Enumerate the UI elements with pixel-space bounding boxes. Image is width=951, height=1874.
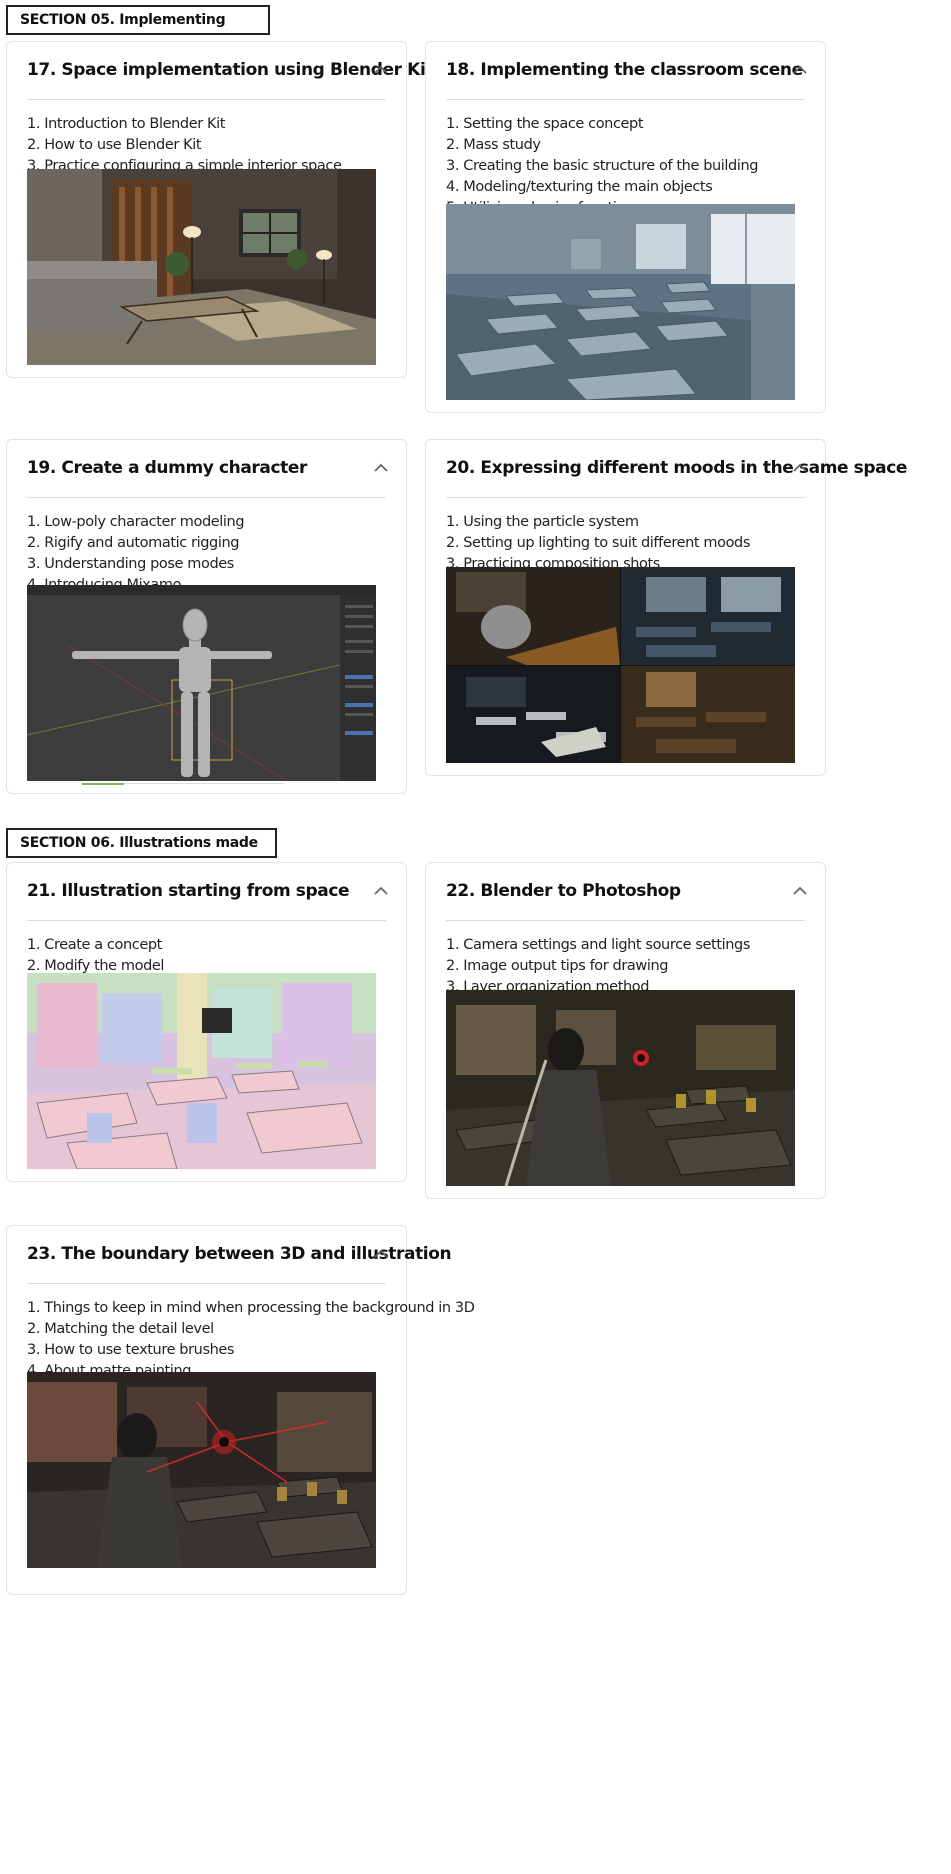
lesson-topic-list: 1. Using the particle system 2. Setting … bbox=[446, 512, 750, 575]
dark-classroom-girl-image bbox=[446, 990, 795, 1186]
lesson-title: 18. Implementing the classroom scene bbox=[446, 60, 803, 80]
accordion-header[interactable]: 20. Expressing different moods in the sa… bbox=[446, 440, 907, 498]
accordion-header[interactable]: 19. Create a dummy character bbox=[27, 440, 389, 498]
pastel-classroom-image bbox=[27, 973, 376, 1169]
list-item: 1. Low-poly character modeling bbox=[27, 514, 245, 530]
lesson-card-22: 22. Blender to Photoshop 1. Camera setti… bbox=[425, 862, 826, 1199]
accordion-header[interactable]: 23. The boundary between 3D and illustra… bbox=[27, 1226, 452, 1284]
lesson-card-20: 20. Expressing different moods in the sa… bbox=[425, 439, 907, 776]
chevron-up-icon[interactable] bbox=[373, 64, 389, 76]
lesson-title: 19. Create a dummy character bbox=[27, 458, 307, 478]
lesson-topic-list: 1. Introduction to Blender Kit 2. How to… bbox=[27, 114, 342, 177]
list-item: 2. How to use Blender Kit bbox=[27, 137, 202, 153]
list-item: 2. Rigify and automatic rigging bbox=[27, 535, 240, 551]
chevron-up-icon[interactable] bbox=[373, 1248, 389, 1260]
list-item: 1. Using the particle system bbox=[446, 514, 639, 530]
accordion-header[interactable]: 21. Illustration starting from space bbox=[27, 863, 389, 921]
lesson-title: 21. Illustration starting from space bbox=[27, 881, 350, 901]
list-item: 3. Understanding pose modes bbox=[27, 556, 234, 572]
chevron-up-icon[interactable] bbox=[373, 885, 389, 897]
list-item: 3. How to use texture brushes bbox=[27, 1342, 235, 1358]
lesson-card-23: 23. The boundary between 3D and illustra… bbox=[6, 1225, 475, 1595]
lesson-title: 20. Expressing different moods in the sa… bbox=[446, 458, 908, 478]
section-06-label: SECTION 06. Illustrations made with Blen… bbox=[6, 828, 277, 877]
list-item: 1. Create a concept bbox=[27, 937, 162, 953]
list-item: 2. Mass study bbox=[446, 137, 541, 153]
list-item: 4. Modeling/texturing the main objects bbox=[446, 179, 713, 195]
lesson-topic-list: 1. Camera settings and light source sett… bbox=[446, 935, 750, 998]
section-05-label: SECTION 05. Implementing your own scene bbox=[6, 5, 270, 54]
red-classroom-illustration-image bbox=[27, 1372, 376, 1568]
chevron-up-icon[interactable] bbox=[792, 885, 808, 897]
accordion-header[interactable]: 17. Space implementation using Blender K… bbox=[27, 42, 433, 100]
list-item: 1. Camera settings and light source sett… bbox=[446, 937, 751, 953]
lesson-title: 22. Blender to Photoshop bbox=[446, 881, 681, 901]
lesson-card-18: 18. Implementing the classroom scene 1. … bbox=[425, 41, 826, 413]
list-item: 2. Image output tips for drawing bbox=[446, 958, 669, 974]
mood-grid-image bbox=[446, 567, 795, 763]
lesson-topic-list: 1. Things to keep in mind when processin… bbox=[27, 1298, 475, 1382]
chevron-up-icon[interactable] bbox=[792, 462, 808, 474]
lesson-topic-list: 1. Create a concept 2. Modify the model bbox=[27, 935, 164, 977]
lesson-card-17: 17. Space implementation using Blender K… bbox=[6, 41, 433, 378]
living-room-render-image bbox=[27, 169, 376, 365]
accordion-header[interactable]: 22. Blender to Photoshop bbox=[446, 863, 808, 921]
list-item: 2. Setting up lighting to suit different… bbox=[446, 535, 751, 551]
lesson-card-21: 21. Illustration starting from space 1. … bbox=[6, 862, 407, 1182]
accordion-header[interactable]: 18. Implementing the classroom scene bbox=[446, 42, 808, 100]
list-item: 3. Creating the basic structure of the b… bbox=[446, 158, 759, 174]
classroom-clay-render-image bbox=[446, 204, 795, 400]
chevron-up-icon[interactable] bbox=[792, 64, 808, 76]
blender-dummy-viewport-image bbox=[27, 585, 376, 787]
list-item: 1. Setting the space concept bbox=[446, 116, 644, 132]
list-item: 2. Matching the detail level bbox=[27, 1321, 214, 1337]
lesson-topic-list: 1. Low-poly character modeling 2. Rigify… bbox=[27, 512, 245, 596]
chevron-up-icon[interactable] bbox=[373, 462, 389, 474]
lesson-card-19: 19. Create a dummy character 1. Low-poly… bbox=[6, 439, 407, 794]
list-item: 1. Introduction to Blender Kit bbox=[27, 116, 226, 132]
list-item: 1. Things to keep in mind when processin… bbox=[27, 1300, 475, 1316]
